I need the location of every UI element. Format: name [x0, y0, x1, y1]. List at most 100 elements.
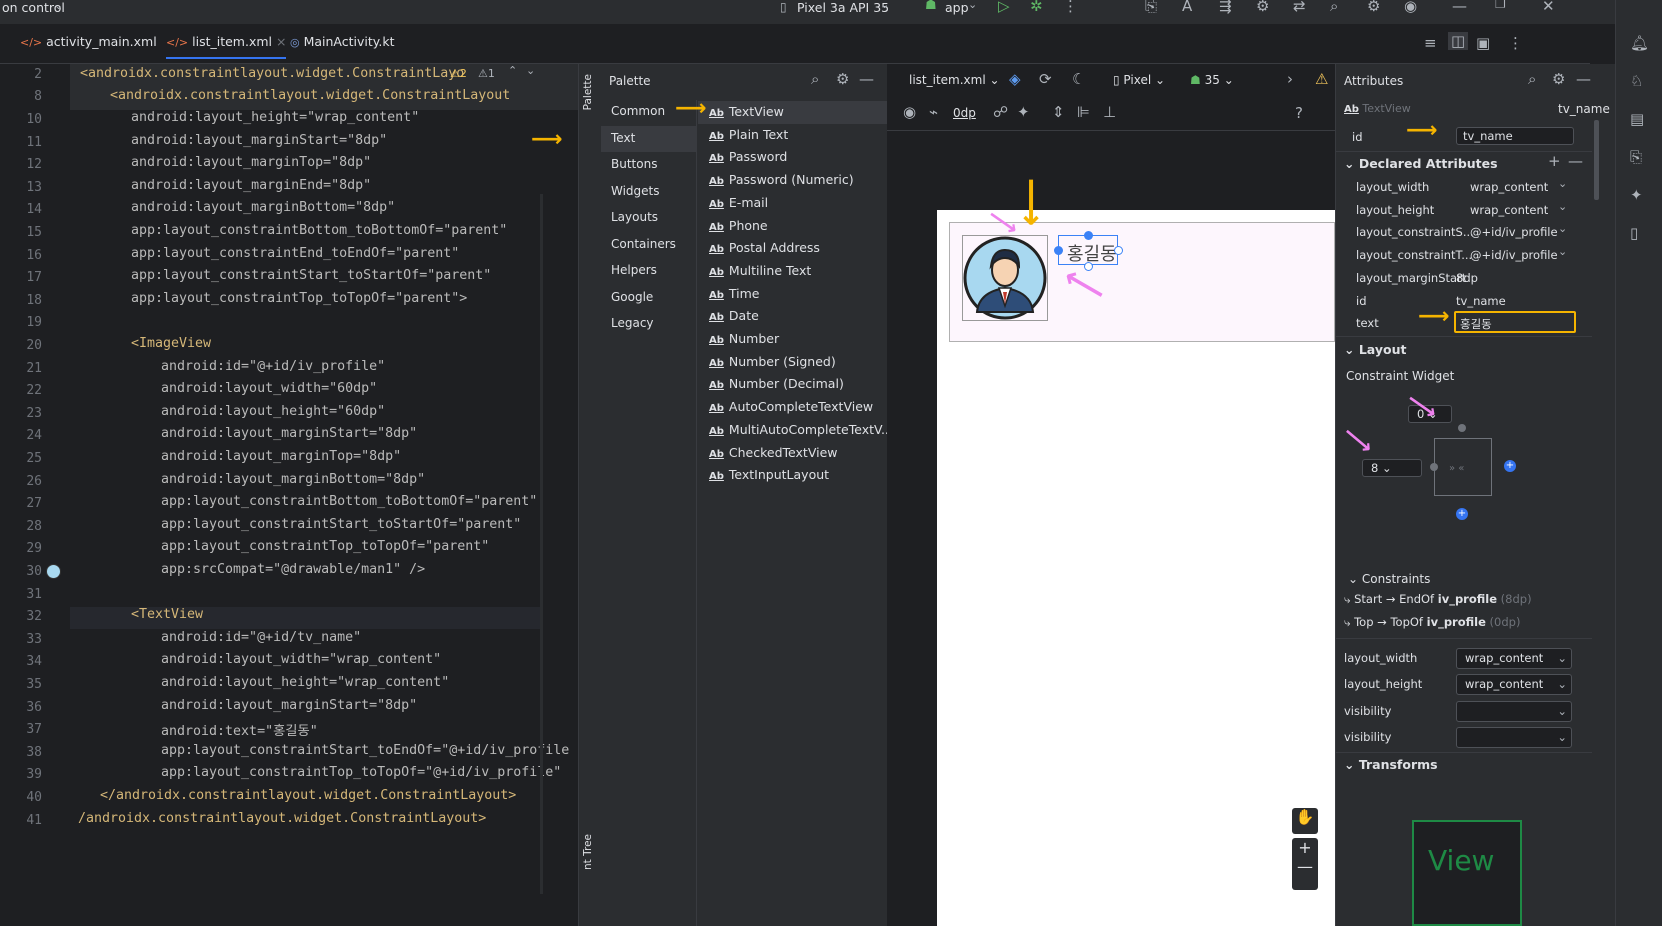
component-tree-tab[interactable]: nt Tree — [582, 834, 594, 870]
palette-item[interactable]: Ab TextInputLayout — [709, 467, 829, 482]
add-bottom-constraint-button[interactable]: + — [1456, 508, 1468, 520]
more-icon[interactable]: ⋮ — [1063, 0, 1078, 15]
palette-category[interactable]: Common — [611, 104, 665, 118]
property-dropdown[interactable]: wrap_content ⌄ — [1456, 674, 1572, 696]
device-canvas[interactable]: 홍길동 ⟶ ⟶ ⟶ ✋ + — — [937, 178, 1335, 926]
chevron-up-icon[interactable]: ⌃ — [508, 64, 517, 77]
notifications-icon[interactable]: 🔔︎ — [1630, 34, 1649, 52]
help-icon[interactable]: ? — [1295, 104, 1303, 122]
running-devices-icon[interactable]: ▯ — [1630, 224, 1638, 242]
chevron-down-icon[interactable]: ⌄ — [1558, 222, 1567, 235]
transforms-header[interactable]: ⌄ Transforms — [1344, 757, 1438, 772]
palette-category[interactable]: Helpers — [611, 263, 657, 277]
editor-scrollbar[interactable] — [540, 194, 543, 894]
id-input[interactable]: tv_name — [1456, 127, 1574, 145]
sync-icon[interactable]: ⇶ — [1219, 0, 1232, 15]
guidelines-icon[interactable]: ⊥ — [1103, 103, 1116, 121]
weak-warning-count[interactable]: ⚠1 — [478, 67, 495, 80]
run-icon[interactable]: ▷ — [998, 0, 1010, 15]
zoom-controls[interactable]: + — — [1292, 838, 1318, 890]
debug-icon[interactable]: ✲ — [1030, 0, 1043, 15]
palette-item[interactable]: Ab MultiAutoCompleteTextV... — [709, 422, 893, 437]
search-icon[interactable]: ⌕ — [1330, 0, 1338, 15]
chevron-down-icon[interactable]: ⌄ — [968, 0, 977, 11]
eye-icon[interactable]: ◉ — [903, 103, 916, 121]
top-constraint-dot[interactable] — [1458, 424, 1466, 432]
code-view-icon[interactable]: ≡ — [1424, 34, 1437, 52]
gradle-icon[interactable]: ♘ — [1630, 72, 1643, 90]
close-icon[interactable]: ✕ — [1542, 0, 1555, 15]
gear-icon[interactable]: ⚙ — [1552, 70, 1565, 88]
attribute-value[interactable]: wrap_content — [1470, 180, 1548, 194]
tab-list-item[interactable]: </> list_item.xml × — [166, 34, 287, 59]
device-selector[interactable]: Pixel 3a API 35 — [797, 0, 889, 15]
api-selector[interactable]: ☗ 35 ⌄ — [1190, 73, 1234, 87]
orientation-icon[interactable]: ⟳ — [1039, 70, 1052, 88]
attribute-value[interactable]: @+id/iv_profile — [1470, 225, 1558, 239]
palette-category[interactable]: Widgets — [611, 184, 660, 198]
zoom-in-icon[interactable]: + — [1298, 838, 1311, 857]
constraint-start[interactable]: ⤷ Start → EndOf iv_profile (8dp) — [1344, 592, 1532, 607]
palette-item[interactable]: Ab Plain Text — [709, 127, 788, 142]
constraints-header[interactable]: ⌄ Constraints — [1348, 572, 1430, 586]
constraint-widget-box[interactable]: » « — [1434, 438, 1492, 496]
pan-icon[interactable]: ✋ — [1292, 808, 1318, 834]
align-icon[interactable]: ⊫ — [1077, 103, 1090, 121]
palette-category[interactable]: Buttons — [611, 157, 657, 171]
tab-main-activity[interactable]: ◎ MainActivity.kt — [290, 34, 395, 49]
chevron-down-icon[interactable]: ⌄ — [1557, 704, 1567, 718]
declared-attributes-header[interactable]: ⌄ Declared Attributes — [1344, 156, 1498, 171]
chevron-down-icon[interactable]: ⌄ — [1558, 200, 1567, 213]
attribute-value[interactable]: 8dp — [1456, 271, 1478, 285]
attributes-scrollbar[interactable] — [1594, 120, 1599, 200]
minimize-icon[interactable]: — — [1452, 0, 1467, 15]
start-handle[interactable] — [1054, 246, 1063, 255]
add-end-constraint-button[interactable]: + — [1504, 460, 1516, 472]
add-attribute-icon[interactable]: + — [1548, 152, 1561, 170]
more-icon[interactable]: ⋮ — [1508, 34, 1523, 52]
palette-item[interactable]: Ab Number (Signed) — [709, 354, 836, 369]
warning-icon[interactable]: ⚠ — [1315, 70, 1328, 88]
search-icon[interactable]: ⌕ — [811, 70, 819, 88]
chevron-down-icon[interactable]: ⌄ — [880, 0, 889, 11]
device-manager-icon[interactable]: ⎘ — [1145, 0, 1157, 15]
gear-icon[interactable]: ⚙ — [1367, 0, 1380, 15]
palette-item[interactable]: Ab AutoCompleteTextView — [709, 399, 873, 414]
minimize-icon[interactable]: — — [859, 70, 874, 88]
warning-count[interactable]: ⚠2 — [450, 67, 467, 80]
chevron-down-icon[interactable]: ⌄ — [54, 0, 63, 12]
palette-item[interactable]: Ab CheckedTextView — [709, 445, 837, 460]
chevron-right-icon[interactable]: › — [1287, 70, 1293, 88]
minimize-icon[interactable]: — — [1576, 70, 1591, 88]
translate-icon[interactable]: A — [1182, 0, 1192, 15]
default-margin[interactable]: 0dp — [953, 106, 976, 120]
palette-item[interactable]: Ab Multiline Text — [709, 263, 811, 278]
chevron-down-icon[interactable]: ⌄ — [1557, 677, 1567, 691]
start-constraint-dot[interactable] — [1430, 463, 1438, 471]
tv-name[interactable]: 홍길동 — [1054, 231, 1123, 271]
run-config-selector[interactable]: app — [945, 0, 969, 15]
palette-strip-tab[interactable]: Palette — [582, 74, 594, 110]
palette-item[interactable]: Ab Postal Address — [709, 240, 820, 255]
layout-section-header[interactable]: ⌄ Layout — [1344, 342, 1406, 357]
chevron-down-icon[interactable]: ⌄ — [1558, 245, 1567, 258]
property-dropdown[interactable]: ⌄ — [1456, 700, 1572, 722]
device-mirror-icon[interactable]: ⎘ — [1630, 148, 1642, 166]
search-icon[interactable]: ⌕ — [1528, 70, 1536, 88]
night-mode-icon[interactable]: ☾ — [1072, 70, 1085, 88]
constraint-top[interactable]: ⤷ Top → TopOf iv_profile (0dp) — [1344, 615, 1520, 630]
drawable-preview-icon[interactable] — [46, 564, 61, 579]
chevron-down-icon[interactable]: ⌄ — [1557, 651, 1567, 665]
settings-gear-icon[interactable]: ⚙ — [1256, 0, 1269, 15]
palette-item[interactable]: Ab Time — [709, 286, 760, 301]
palette-item[interactable]: Ab Number (Decimal) — [709, 376, 844, 391]
attribute-value[interactable]: wrap_content — [1470, 203, 1548, 217]
palette-item[interactable]: Ab TextView — [709, 104, 784, 119]
palette-item[interactable]: Ab E-mail — [709, 195, 768, 210]
palette-category[interactable]: Text — [611, 131, 635, 145]
account-icon[interactable]: ◉ — [1404, 0, 1417, 15]
device-selector[interactable]: ▯ Pixel ⌄ — [1113, 73, 1165, 87]
remove-attribute-icon[interactable]: — — [1568, 152, 1583, 170]
chevron-down-icon[interactable]: ⌄ — [1557, 730, 1567, 744]
palette-category[interactable]: Google — [611, 290, 653, 304]
